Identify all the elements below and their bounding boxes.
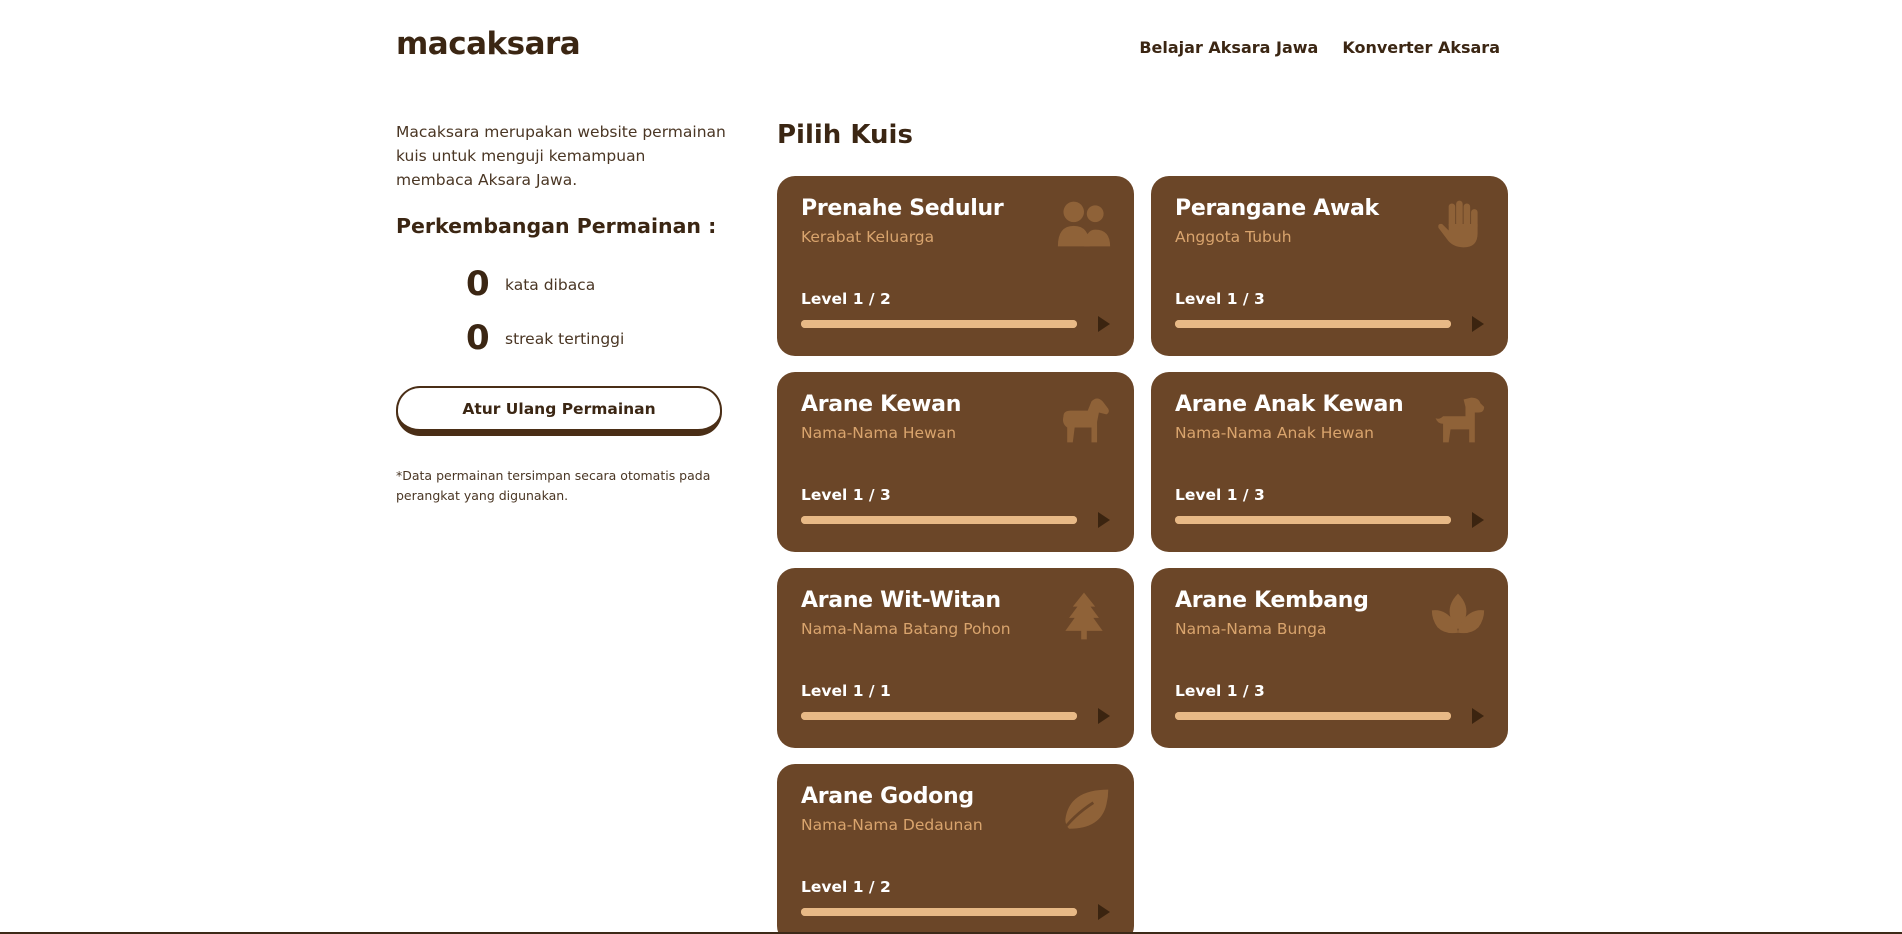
nav-link-konverter[interactable]: Konverter Aksara [1342, 38, 1500, 57]
play-icon[interactable] [1098, 904, 1110, 920]
quiz-progress-fill [801, 320, 1077, 328]
site-header: macaksara Belajar Aksara Jawa Konverter … [396, 26, 1500, 66]
quiz-card[interactable]: Prenahe Sedulur Kerabat Keluarga Level 1 /… [777, 176, 1134, 356]
quiz-card[interactable]: Arane Wit-Witan Nama-Nama Batang Pohon Lev… [777, 568, 1134, 748]
play-icon[interactable] [1472, 316, 1484, 332]
stat-words-read-label: kata dibaca [505, 276, 596, 294]
stat-words-read-value: 0 [466, 264, 490, 304]
quiz-card-subtitle: Nama-Nama Dedaunan [801, 816, 983, 834]
quiz-progress-bar [801, 712, 1077, 720]
play-icon[interactable] [1098, 708, 1110, 724]
quiz-card-title: Arane Godong [801, 784, 974, 809]
leaf-icon [1056, 786, 1112, 838]
quiz-progress-fill [1175, 320, 1451, 328]
play-icon[interactable] [1472, 708, 1484, 724]
horse-icon [1056, 394, 1112, 446]
quiz-progress-bar [1175, 320, 1451, 328]
tree-icon [1056, 590, 1112, 642]
quiz-progress-bar [801, 516, 1077, 524]
play-icon[interactable] [1472, 512, 1484, 528]
quiz-card-title: Arane Kembang [1175, 588, 1369, 613]
play-icon[interactable] [1098, 316, 1110, 332]
quiz-card-subtitle: Nama-Nama Hewan [801, 424, 957, 442]
quiz-card-title: Arane Kewan [801, 392, 962, 417]
quiz-card-subtitle: Nama-Nama Bunga [1175, 620, 1327, 638]
sidebar: Macaksara merupakan website permainan ku… [396, 120, 726, 506]
quiz-card-subtitle: Kerabat Keluarga [801, 228, 935, 246]
stat-top-streak-label: streak tertinggi [505, 330, 625, 348]
storage-note: *Data permainan tersimpan secara otomati… [396, 468, 711, 503]
quiz-card[interactable]: Arane Kewan Nama-Nama Hewan Level 1 / 3 [777, 372, 1134, 552]
play-icon[interactable] [1098, 512, 1110, 528]
quiz-card-subtitle: Nama-Nama Anak Hewan [1175, 424, 1374, 442]
quiz-card[interactable]: Perangane Awak Anggota Tubuh Level 1 / 3 [1151, 176, 1508, 356]
quiz-progress-bar [801, 908, 1077, 916]
quiz-section: Pilih Kuis Prenahe Sedulur Kerabat Keluar… [777, 120, 1508, 934]
stat-top-streak: 0 streak tertinggi [396, 310, 726, 364]
progress-title: Perkembangan Permainan : [396, 214, 717, 238]
quiz-progress-bar [1175, 516, 1451, 524]
quiz-card-title: Arane Wit-Witan [801, 588, 1001, 613]
quiz-card-level: Level 1 / 3 [1175, 486, 1265, 504]
hand-icon [1430, 198, 1486, 250]
quiz-card-subtitle: Anggota Tubuh [1175, 228, 1292, 246]
stat-words-read: 0 kata dibaca [396, 256, 726, 310]
stat-top-streak-value: 0 [466, 318, 490, 358]
quiz-card-level: Level 1 / 2 [801, 878, 891, 896]
quiz-card-title: Perangane Awak [1175, 196, 1379, 221]
users-icon [1056, 198, 1112, 250]
quiz-card[interactable]: Arane Anak Kewan Nama-Nama Anak Hewan Leve… [1151, 372, 1508, 552]
intro-text: Macaksara merupakan website permainan ku… [396, 123, 726, 189]
quiz-progress-fill [801, 516, 1077, 524]
quiz-progress-bar [801, 320, 1077, 328]
quiz-card-level: Level 1 / 2 [801, 290, 891, 308]
page-title: Pilih Kuis [777, 120, 913, 150]
quiz-card-level: Level 1 / 3 [1175, 682, 1265, 700]
quiz-card-subtitle: Nama-Nama Batang Pohon [801, 620, 1011, 638]
quiz-progress-fill [801, 712, 1077, 720]
quiz-card-title: Prenahe Sedulur [801, 196, 1004, 221]
lotus-icon [1430, 590, 1486, 642]
quiz-card-level: Level 1 / 3 [801, 486, 891, 504]
quiz-progress-fill [801, 908, 1077, 916]
quiz-card-title: Arane Anak Kewan [1175, 392, 1404, 417]
quiz-card[interactable]: Arane Kembang Nama-Nama Bunga Level 1 / 3 [1151, 568, 1508, 748]
site-logo[interactable]: macaksara [396, 26, 581, 62]
dog-icon [1430, 394, 1486, 446]
quiz-card[interactable]: Arane Godong Nama-Nama Dedaunan Level 1 / … [777, 764, 1134, 934]
quiz-progress-fill [1175, 516, 1451, 524]
quiz-card-level: Level 1 / 1 [801, 682, 891, 700]
reset-game-button[interactable]: Atur Ulang Permainan [396, 386, 722, 436]
nav-link-belajar[interactable]: Belajar Aksara Jawa [1139, 38, 1318, 57]
quiz-progress-bar [1175, 712, 1451, 720]
quiz-progress-fill [1175, 712, 1451, 720]
quiz-card-level: Level 1 / 3 [1175, 290, 1265, 308]
main-nav: Belajar Aksara Jawa Konverter Aksara [1139, 38, 1500, 57]
